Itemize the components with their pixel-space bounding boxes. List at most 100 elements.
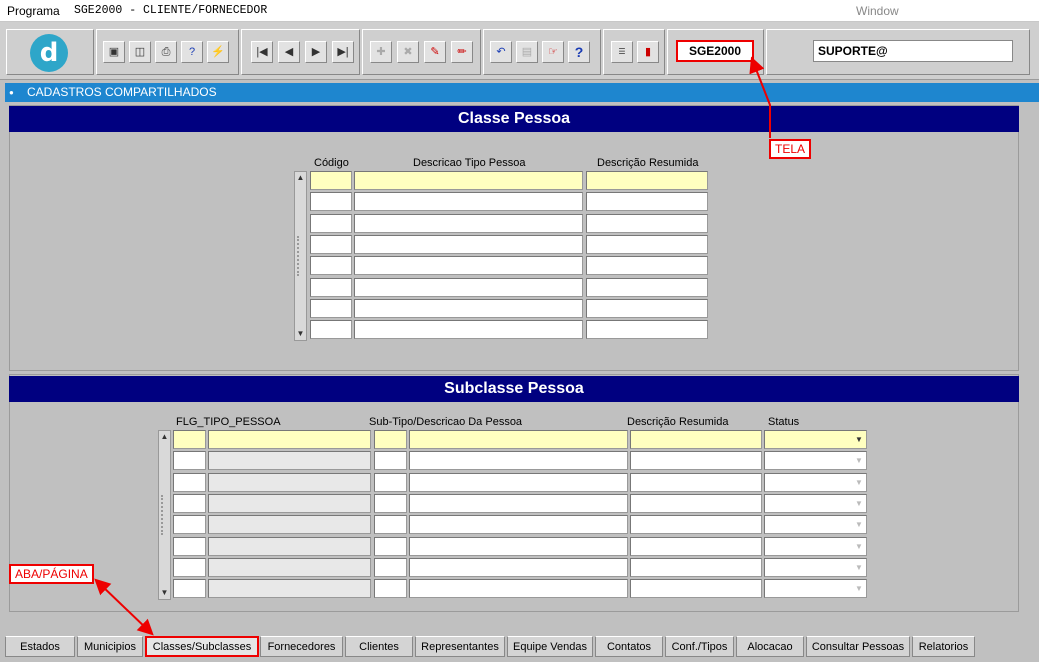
status-select[interactable]: ▼ xyxy=(764,451,867,471)
status-select[interactable]: ▼ xyxy=(764,579,867,599)
classe-scrollbar[interactable]: ▲ ▼ xyxy=(294,171,307,341)
hand-icon[interactable]: ☞ xyxy=(542,41,564,63)
subtipo-desc-cell[interactable] xyxy=(409,536,628,556)
descricao-cell[interactable] xyxy=(354,171,583,190)
undo-icon[interactable]: ↶ xyxy=(490,41,512,63)
descricao-cell[interactable] xyxy=(354,192,583,212)
tab-contatos[interactable]: Contatos xyxy=(595,636,663,657)
resumida-cell[interactable] xyxy=(586,298,708,318)
resumida-cell[interactable] xyxy=(630,515,762,535)
codigo-cell[interactable] xyxy=(310,171,352,190)
subtipo-desc-cell[interactable] xyxy=(409,451,628,471)
pen-icon[interactable]: ✏ xyxy=(451,41,473,63)
tab-estados[interactable]: Estados xyxy=(5,636,75,657)
subtipo-cell[interactable] xyxy=(374,451,407,471)
codigo-cell[interactable] xyxy=(310,320,352,340)
tab-fornecedores[interactable]: Fornecedores xyxy=(260,636,343,657)
status-select[interactable]: ▼ xyxy=(764,536,867,556)
query-run-icon[interactable]: ⚡ xyxy=(207,41,229,63)
status-select[interactable]: ▼ xyxy=(764,493,867,513)
print-icon[interactable]: ⎙ xyxy=(155,41,177,63)
tab-relatorios[interactable]: Relatorios xyxy=(912,636,975,657)
resumida-cell[interactable] xyxy=(630,430,762,449)
menu-window[interactable]: Window xyxy=(856,4,899,18)
subtipo-desc-cell[interactable] xyxy=(409,557,628,577)
flg-cell[interactable] xyxy=(173,451,206,471)
resumida-cell[interactable] xyxy=(586,320,708,340)
status-select[interactable]: ▼ xyxy=(764,472,867,492)
chevron-down-icon[interactable]: ▼ xyxy=(852,559,866,576)
status-select[interactable]: ▼ xyxy=(764,515,867,535)
resumida-cell[interactable] xyxy=(586,213,708,233)
chevron-down-icon[interactable]: ▼ xyxy=(852,431,866,448)
flg-cell[interactable] xyxy=(173,536,206,556)
tab-clientes[interactable]: Clientes xyxy=(345,636,413,657)
subtipo-cell[interactable] xyxy=(374,579,407,599)
subtipo-cell[interactable] xyxy=(374,536,407,556)
codigo-cell[interactable] xyxy=(310,213,352,233)
descricao-cell[interactable] xyxy=(354,320,583,340)
window-icon[interactable]: ◫ xyxy=(129,41,151,63)
tab-classes-subclasses[interactable]: Classes/Subclasses xyxy=(145,636,259,657)
status-select[interactable]: ▼ xyxy=(764,430,867,449)
subtipo-desc-cell[interactable] xyxy=(409,472,628,492)
descricao-cell[interactable] xyxy=(354,213,583,233)
chevron-down-icon[interactable]: ▼ xyxy=(852,474,866,491)
codigo-cell[interactable] xyxy=(310,298,352,318)
subtipo-desc-cell[interactable] xyxy=(409,515,628,535)
insert-record-icon[interactable]: ✚ xyxy=(370,41,392,63)
tab-conf-tipos[interactable]: Conf./Tipos xyxy=(665,636,734,657)
flg-cell[interactable] xyxy=(173,579,206,599)
subtipo-desc-cell[interactable] xyxy=(409,579,628,599)
prev-record-icon[interactable]: ◀ xyxy=(278,41,300,63)
descricao-cell[interactable] xyxy=(354,234,583,254)
resumida-cell[interactable] xyxy=(586,171,708,190)
resumida-cell[interactable] xyxy=(586,192,708,212)
subclasse-scrollbar[interactable]: ▲ ▼ xyxy=(158,430,171,600)
status-select[interactable]: ▼ xyxy=(764,557,867,577)
descricao-cell[interactable] xyxy=(354,277,583,297)
subtipo-desc-cell[interactable] xyxy=(409,430,628,449)
save-icon[interactable]: ▣ xyxy=(103,41,125,63)
descricao-cell[interactable] xyxy=(354,298,583,318)
tab-municipios[interactable]: Municipios xyxy=(77,636,143,657)
resumida-cell[interactable] xyxy=(586,234,708,254)
chevron-down-icon[interactable]: ▼ xyxy=(852,580,866,597)
scroll-grip[interactable] xyxy=(161,495,168,535)
tab-representantes[interactable]: Representantes xyxy=(415,636,505,657)
subtipo-cell[interactable] xyxy=(374,430,407,449)
clipboard-icon[interactable]: ▤ xyxy=(516,41,538,63)
chevron-down-icon[interactable]: ▼ xyxy=(852,452,866,469)
descricao-cell[interactable] xyxy=(354,256,583,276)
subtipo-desc-cell[interactable] xyxy=(409,493,628,513)
menu-icon[interactable]: ☰ xyxy=(611,41,633,63)
tab-consultar-pessoas[interactable]: Consultar Pessoas xyxy=(806,636,910,657)
flg-cell[interactable] xyxy=(173,557,206,577)
tab-equipe-vendas[interactable]: Equipe Vendas xyxy=(507,636,593,657)
subtipo-cell[interactable] xyxy=(374,472,407,492)
flg-desc-cell[interactable] xyxy=(208,430,371,449)
scroll-down-icon[interactable]: ▼ xyxy=(159,587,170,599)
scroll-grip[interactable] xyxy=(297,236,304,276)
scroll-up-icon[interactable]: ▲ xyxy=(295,172,306,184)
resumida-cell[interactable] xyxy=(586,256,708,276)
resumida-cell[interactable] xyxy=(630,493,762,513)
codigo-cell[interactable] xyxy=(310,277,352,297)
resumida-cell[interactable] xyxy=(630,472,762,492)
flg-cell[interactable] xyxy=(173,493,206,513)
chevron-down-icon[interactable]: ▼ xyxy=(852,538,866,555)
scroll-down-icon[interactable]: ▼ xyxy=(295,328,306,340)
edit-record-icon[interactable]: ✎ xyxy=(424,41,446,63)
resumida-cell[interactable] xyxy=(630,579,762,599)
resumida-cell[interactable] xyxy=(630,557,762,577)
next-record-icon[interactable]: ▶ xyxy=(305,41,327,63)
last-record-icon[interactable]: ▶| xyxy=(332,41,354,63)
subtipo-cell[interactable] xyxy=(374,557,407,577)
help-icon[interactable]: ? xyxy=(568,41,590,63)
resumida-cell[interactable] xyxy=(630,536,762,556)
codigo-cell[interactable] xyxy=(310,192,352,212)
delete-record-icon[interactable]: ✖ xyxy=(397,41,419,63)
subtipo-cell[interactable] xyxy=(374,493,407,513)
codigo-cell[interactable] xyxy=(310,256,352,276)
flg-cell[interactable] xyxy=(173,430,206,449)
